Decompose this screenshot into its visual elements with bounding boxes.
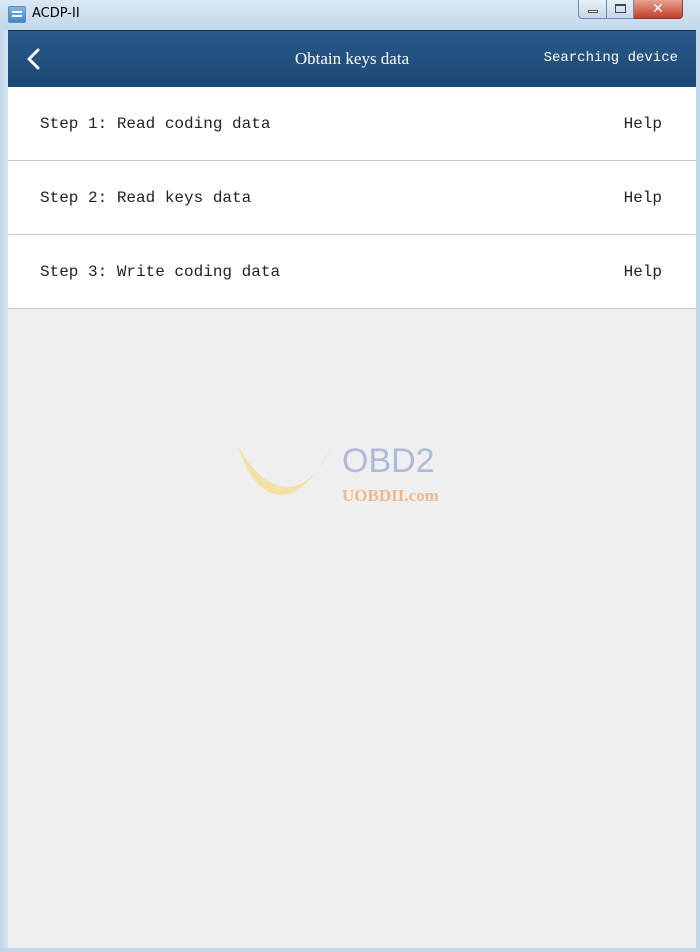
maximize-icon	[615, 4, 626, 13]
device-status: Searching device	[543, 50, 678, 66]
watermark: OBD2 UOBDII.com	[234, 440, 474, 530]
app-content: Obtain keys data Searching device Step 1…	[8, 30, 696, 948]
watermark-domain: UOBDII.com	[342, 486, 439, 505]
close-icon: ✕	[652, 1, 664, 17]
minimize-button[interactable]	[578, 0, 607, 19]
step-row-1[interactable]: Step 1: Read coding data Help	[8, 87, 696, 161]
step-label: Step 3: Write coding data	[40, 263, 281, 281]
watermark-logo-icon	[238, 446, 332, 496]
window-border-right	[696, 30, 700, 952]
app-header: Obtain keys data Searching device	[8, 30, 696, 87]
step-label: Step 2: Read keys data	[40, 189, 252, 207]
step-label: Step 1: Read coding data	[40, 115, 271, 133]
help-link[interactable]: Help	[624, 189, 662, 207]
window-border-left	[0, 30, 8, 952]
maximize-button[interactable]	[607, 0, 634, 19]
window-titlebar[interactable]: ACDP-II ✕	[0, 0, 700, 30]
app-icon	[8, 6, 26, 23]
help-link[interactable]: Help	[624, 115, 662, 133]
step-row-2[interactable]: Step 2: Read keys data Help	[8, 161, 696, 235]
help-link[interactable]: Help	[624, 263, 662, 281]
window-border-bottom	[0, 948, 700, 952]
close-button[interactable]: ✕	[634, 0, 683, 19]
step-row-3[interactable]: Step 3: Write coding data Help	[8, 235, 696, 309]
minimize-icon	[588, 10, 598, 13]
window-title: ACDP-II	[32, 6, 80, 21]
watermark-brand: OBD2	[342, 442, 435, 480]
step-list: Step 1: Read coding data Help Step 2: Re…	[8, 87, 696, 309]
